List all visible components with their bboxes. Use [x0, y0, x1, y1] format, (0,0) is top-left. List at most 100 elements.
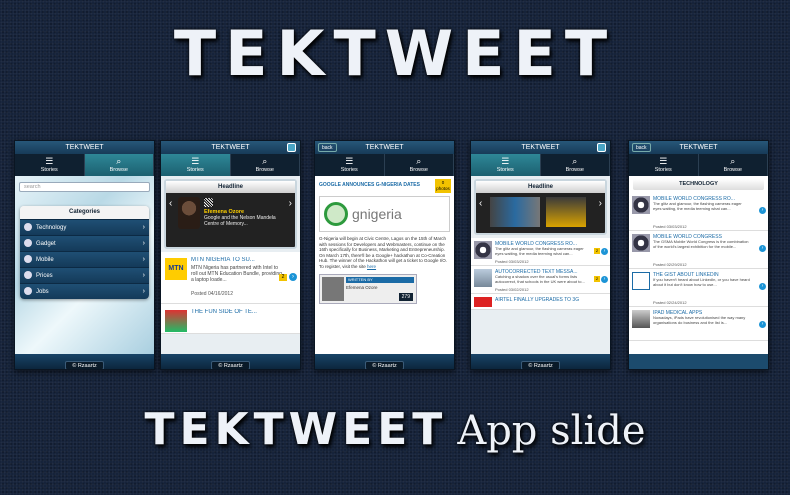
search-icon: ⌕ [730, 156, 736, 166]
category-prices[interactable]: Prices › [20, 267, 149, 283]
more-arrow-icon[interactable]: › [759, 283, 766, 290]
app-footer: © Rzaartz [15, 354, 154, 369]
article-body-text: G-Nigeria will begin at Civic Centre, La… [319, 236, 447, 269]
news-thumb [474, 297, 492, 307]
tab-browse[interactable]: ⌕ Browse [84, 154, 154, 176]
chevron-right-icon: › [142, 272, 145, 279]
chevron-right-icon[interactable]: › [289, 198, 292, 209]
news-title: MTN NIGERIA TO SU... [191, 257, 255, 263]
list-item[interactable]: AUTOCORRECTED TEXT MESSA... Catching a s… [471, 266, 610, 294]
more-arrow-icon[interactable]: › [759, 245, 766, 252]
headline-text[interactable]: Efemena Ozore Google and the Nelson Mand… [204, 198, 281, 227]
tab-stories[interactable]: ☰ Stories [315, 154, 385, 176]
refresh-icon[interactable] [287, 143, 296, 152]
category-jobs[interactable]: Jobs › [20, 283, 149, 299]
more-arrow-icon[interactable]: › [289, 273, 297, 281]
list-item[interactable]: IPAD MEDICAL APPS Nowadays, iPads have r… [629, 307, 768, 341]
list-icon: ☰ [501, 156, 510, 166]
tab-stories-label: Stories [340, 167, 358, 173]
more-arrow-icon[interactable]: › [601, 276, 608, 283]
news-date: Posted 03/03/2012 [495, 259, 529, 264]
news-date: Posted 03/02/2012 [495, 287, 529, 292]
stories-panel: Headline ‹ › MOBILE WORLD CONGRESS RO...… [471, 176, 610, 354]
likes-badge[interactable]: 0 photos [435, 179, 451, 193]
news-desc: If you haven't heard about LinkedIn, or … [653, 278, 750, 287]
list-item[interactable]: THE GIST ABOUT LINKEDIN If you haven't h… [629, 269, 768, 307]
news-desc: MTN Nigeria has partnered with Intel to … [191, 265, 282, 283]
back-button[interactable]: back [318, 143, 337, 152]
tab-browse[interactable]: ⌕ Browse [541, 154, 610, 176]
chevron-right-icon[interactable]: › [599, 198, 602, 209]
list-item[interactable]: MOBILE WORLD CONGRESS RO... The glitz an… [629, 193, 768, 231]
news-title: AIRTEL FINALLY UPGRADES TO 3G [495, 297, 580, 303]
tab-stories[interactable]: ☰ Stories [629, 154, 699, 176]
phone-technology: back TEKTWEET ☰ Stories ⌕ Browse TECHNOLOGY… [628, 140, 769, 370]
list-icon: ☰ [659, 156, 668, 166]
list-item[interactable]: MOBILE WORLD CONGRESS RO... The glitz an… [471, 238, 610, 266]
news-thumb: MTN [165, 258, 187, 280]
app-header: TEKTWEET [471, 141, 610, 154]
news-thumb [632, 196, 650, 214]
app-header: back TEKTWEET [315, 141, 454, 154]
more-arrow-icon[interactable]: › [601, 248, 608, 255]
search-input[interactable]: search [19, 182, 150, 192]
refresh-icon[interactable] [597, 143, 606, 152]
category-mobile[interactable]: Mobile › [20, 251, 149, 267]
tab-browse[interactable]: ⌕ Browse [385, 154, 454, 176]
tab-stories[interactable]: ☰ Stories [15, 154, 85, 176]
section-title: TECHNOLOGY [633, 179, 764, 190]
app-header: TEKTWEET [161, 141, 300, 154]
mobile-icon [24, 255, 32, 264]
tab-browse-label: Browse [409, 167, 428, 173]
qr-icon [204, 198, 213, 207]
chevron-left-icon[interactable]: ‹ [169, 198, 172, 209]
tab-stories-label: Stories [496, 167, 514, 173]
phone-categories: TEKTWEET ☰ Stories ⌕ Browse search Categor… [14, 140, 155, 370]
tab-stories[interactable]: ☰ Stories [471, 154, 541, 176]
chevron-left-icon[interactable]: ‹ [479, 198, 482, 209]
app-title: TEKTWEET [365, 144, 404, 151]
category-technology[interactable]: Technology › [20, 219, 149, 235]
chevron-right-icon: › [142, 224, 145, 231]
more-arrow-icon[interactable]: › [759, 207, 766, 214]
list-item[interactable]: MOBILE WORLD CONGRESS The GSMA Mobile Wo… [629, 231, 768, 269]
category-label: Jobs [36, 289, 49, 295]
list-item[interactable]: AIRTEL FINALLY UPGRADES TO 3G [471, 294, 610, 310]
list-item[interactable]: MTN MTN NIGERIA TO SU... MTN Nigeria has… [161, 252, 300, 304]
category-label: Gadget [36, 241, 56, 247]
categories-card: Categories Technology › Gadget › Mobile › P… [20, 206, 149, 299]
chevron-right-icon: › [142, 240, 145, 247]
globe-icon [24, 223, 32, 232]
chevron-right-icon: › [142, 256, 145, 263]
category-gadget[interactable]: Gadget › [20, 235, 149, 251]
app-title: TEKTWEET [65, 144, 104, 151]
news-date: Posted 03/03/2012 [653, 224, 687, 229]
tab-bar: ☰ Stories ⌕ Browse [629, 154, 768, 176]
list-icon: ☰ [191, 156, 200, 166]
tab-bar: ☰ Stories ⌕ Browse [471, 154, 610, 176]
app-header: TEKTWEET [15, 141, 154, 154]
avatar [178, 197, 200, 229]
search-icon: ⌕ [116, 156, 122, 166]
back-button[interactable]: back [632, 143, 651, 152]
list-item[interactable]: THE FUN SIDE OF TE... [161, 304, 300, 334]
app-title: TEKTWEET [521, 144, 560, 151]
category-label: Mobile [36, 257, 54, 263]
tab-browse[interactable]: ⌕ Browse [231, 154, 300, 176]
gadget-icon [24, 239, 32, 248]
writer-name: Efemena Ozore [346, 285, 378, 290]
app-title: TEKTWEET [679, 144, 718, 151]
news-thumb [474, 241, 492, 259]
gnigeria-logo-icon [324, 202, 348, 226]
search-icon: ⌕ [572, 156, 578, 166]
caption-suffix: App slide [457, 408, 646, 454]
headline-desc: Google and the Nelson Mandela Centre of … [204, 215, 276, 227]
slide-caption: TEKTWEET App slide [0, 400, 790, 460]
more-arrow-icon[interactable]: › [759, 321, 766, 328]
tab-browse-label: Browse [723, 167, 742, 173]
category-panel: TECHNOLOGY MOBILE WORLD CONGRESS RO... T… [629, 176, 768, 354]
article-panel: GOOGLE ANNOUNCES G-NIGERIA DATES 0 photos… [315, 176, 454, 354]
article-link[interactable]: here [367, 264, 376, 269]
tab-browse[interactable]: ⌕ Browse [699, 154, 768, 176]
tab-stories[interactable]: ☰ Stories [161, 154, 231, 176]
